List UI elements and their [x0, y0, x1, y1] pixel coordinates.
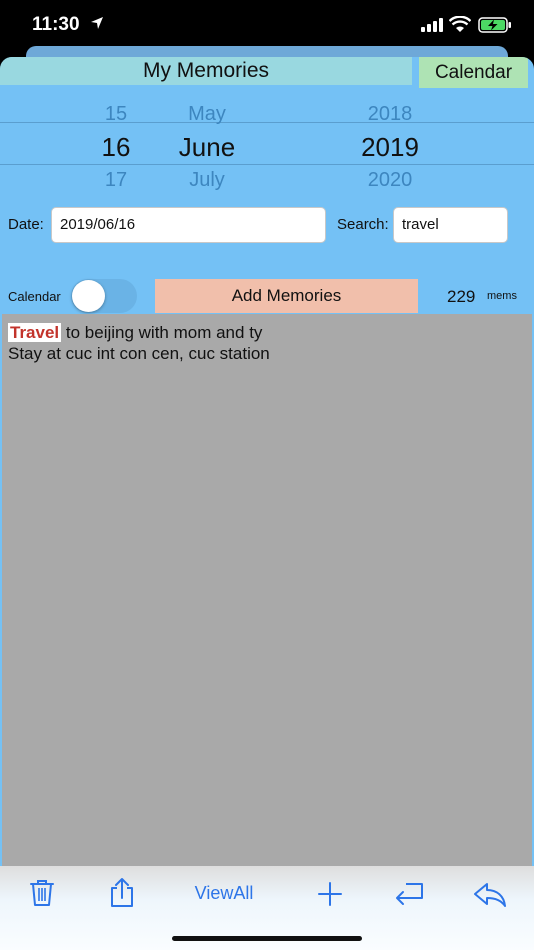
search-highlight: Travel — [8, 323, 62, 342]
share-icon[interactable] — [107, 876, 137, 910]
search-label: Search: — [337, 216, 389, 233]
picker-day-column[interactable]: 15 16 17 — [86, 97, 146, 195]
status-time: 11:30 — [32, 14, 80, 35]
home-indicator[interactable] — [172, 936, 362, 941]
picker-day-next[interactable]: 17 — [86, 169, 146, 192]
date-label: Date: — [8, 216, 44, 233]
cellular-signal-icon — [421, 18, 443, 37]
memory-count: 229 — [447, 287, 476, 306]
picker-month-selected[interactable]: June — [162, 132, 252, 163]
date-picker[interactable]: 15 16 17 May June July 2018 2019 2020 — [0, 97, 534, 195]
toggle-knob[interactable] — [72, 280, 105, 312]
picker-day-prev[interactable]: 15 — [86, 103, 146, 126]
return-icon[interactable] — [392, 876, 426, 910]
picker-year-selected[interactable]: 2019 — [345, 132, 435, 163]
picker-selection-line-top — [0, 122, 534, 123]
add-memories-button[interactable]: Add Memories — [155, 279, 418, 313]
picker-month-prev[interactable]: May — [162, 103, 252, 126]
app-container: My Memories Calendar 15 16 17 May June J… — [0, 57, 534, 950]
picker-year-next[interactable]: 2020 — [345, 169, 435, 192]
memo-line-1-text: to beijing with mom and ty — [61, 323, 263, 342]
search-input[interactable]: travel — [393, 207, 508, 243]
memo-line-1[interactable]: Travel to beijing with mom and ty — [8, 323, 262, 343]
plus-icon[interactable] — [315, 876, 345, 910]
page-title: My Memories — [0, 57, 412, 85]
battery-charging-icon — [478, 17, 512, 38]
memo-line-2[interactable]: Stay at cuc int con cen, cuc station — [8, 344, 270, 364]
calendar-toggle-label: Calendar — [8, 289, 61, 304]
picker-month-next[interactable]: July — [162, 169, 252, 192]
reply-icon[interactable] — [472, 876, 508, 910]
location-arrow-icon — [90, 16, 104, 30]
calendar-button[interactable]: Calendar — [419, 57, 528, 88]
wifi-icon — [448, 15, 472, 38]
view-all-button[interactable]: ViewAll — [183, 876, 265, 910]
memory-count-unit: mems — [487, 290, 517, 302]
trash-icon[interactable] — [27, 876, 57, 910]
memory-text-area[interactable]: Travel to beijing with mom and ty Stay a… — [2, 314, 532, 866]
date-field[interactable]: 2019/06/16 — [51, 207, 326, 243]
status-bar: 11:30 — [0, 0, 534, 52]
picker-year-prev[interactable]: 2018 — [345, 103, 435, 126]
picker-day-selected[interactable]: 16 — [86, 132, 146, 163]
picker-month-column[interactable]: May June July — [162, 97, 252, 195]
picker-selection-line-bottom — [0, 164, 534, 165]
calendar-toggle[interactable] — [71, 279, 137, 313]
picker-year-column[interactable]: 2018 2019 2020 — [345, 97, 435, 195]
